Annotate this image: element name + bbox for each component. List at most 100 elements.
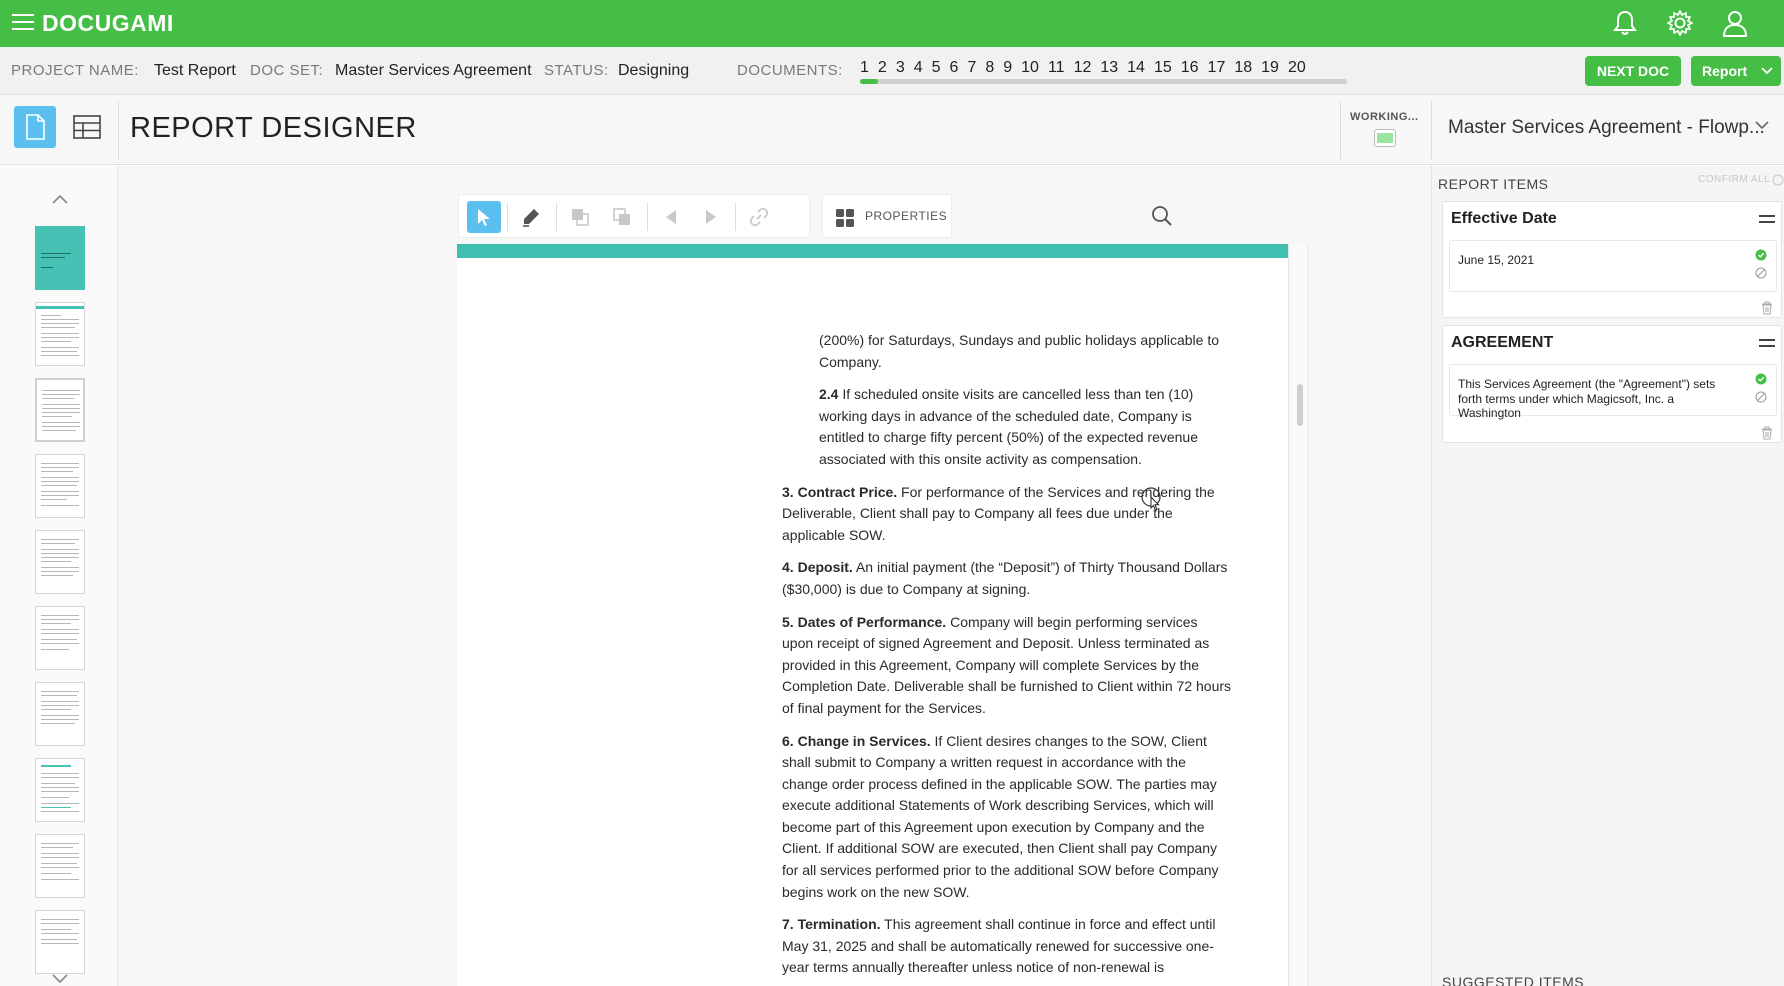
document-paragraph[interactable]: 3. Contract Price. For performance of th… (782, 482, 1232, 547)
page-thumbnail[interactable] (35, 454, 85, 518)
document-view-button[interactable] (14, 106, 56, 148)
page-thumbnail[interactable] (35, 302, 85, 366)
document-link[interactable]: 5 (932, 59, 941, 77)
next-button[interactable] (694, 201, 728, 233)
trash-icon[interactable] (1761, 426, 1773, 440)
divider (556, 203, 557, 231)
document-paragraph[interactable]: 7. Termination. This agreement shall con… (782, 914, 1232, 979)
document-link[interactable]: 9 (1003, 59, 1012, 77)
link-icon (749, 207, 769, 227)
table-icon (73, 115, 101, 139)
document-text[interactable]: (200%) for Saturdays, Sundays and public… (782, 330, 1232, 986)
scroll-down-chevron-icon[interactable] (50, 972, 70, 986)
reject-icon[interactable] (1755, 391, 1767, 403)
document-link[interactable]: 2 (878, 59, 887, 77)
select-tool-button[interactable] (467, 201, 501, 233)
reject-icon[interactable] (1755, 267, 1767, 279)
triangle-left-icon (666, 210, 676, 224)
grid-icon (836, 209, 854, 227)
page-thumbnail[interactable] (35, 530, 85, 594)
check-circle-icon (1772, 174, 1784, 186)
document-paragraph[interactable]: 4. Deposit. An initial payment (the “Dep… (782, 557, 1232, 600)
page-thumbnail-list (0, 166, 118, 986)
scroll-up-chevron-icon[interactable] (50, 192, 70, 206)
project-name-label: PROJECT NAME: (11, 62, 139, 79)
documents-label: DOCUMENTS: (737, 62, 843, 79)
report-item-card: AGREEMENT This Services Agreement (the "… (1442, 325, 1782, 443)
document-progress-track (860, 79, 1347, 84)
confirm-check-icon[interactable] (1755, 373, 1767, 385)
section-text: If scheduled onsite visits are cancelled… (819, 386, 1199, 467)
section-text: (200%) for Saturdays, Sundays and public… (819, 332, 1220, 370)
chevron-down-icon[interactable] (1755, 121, 1769, 130)
document-link[interactable]: 20 (1288, 59, 1306, 77)
cursor-arrow-icon (478, 209, 490, 226)
document-link[interactable]: 18 (1234, 59, 1252, 77)
document-paragraph[interactable]: (200%) for Saturdays, Sundays and public… (782, 330, 1232, 373)
page-thumbnail[interactable] (35, 834, 85, 898)
document-link[interactable]: 14 (1127, 59, 1145, 77)
document-link[interactable]: 17 (1208, 59, 1226, 77)
document-link[interactable]: 8 (985, 59, 994, 77)
divider (507, 203, 508, 231)
document-link[interactable]: 19 (1261, 59, 1279, 77)
gear-icon[interactable] (1664, 7, 1696, 39)
ungroup-tool-button[interactable] (605, 201, 639, 233)
report-button-label: Report (1702, 63, 1748, 79)
page-thumbnail[interactable] (35, 682, 85, 746)
document-link[interactable]: 16 (1181, 59, 1199, 77)
document-paragraph[interactable]: 2.4 If scheduled onsite visits are cance… (782, 384, 1232, 470)
report-item-card: Effective Date June 15, 2021 (1442, 201, 1782, 318)
scrollbar-thumb[interactable] (1297, 384, 1303, 426)
divider (1431, 101, 1432, 159)
report-dropdown-button[interactable]: Report (1691, 56, 1781, 86)
trash-icon[interactable] (1761, 301, 1773, 315)
chevron-down-icon (1761, 67, 1773, 75)
document-link[interactable]: 11 (1048, 59, 1065, 77)
document-scrollbar[interactable] (1290, 244, 1308, 986)
confirm-check-icon[interactable] (1755, 249, 1767, 261)
document-link[interactable]: 13 (1100, 59, 1118, 77)
document-icon (26, 114, 45, 140)
properties-button[interactable]: PROPERTIES (822, 194, 952, 238)
link-tool-button[interactable] (742, 201, 776, 233)
document-link-current[interactable]: 1 (860, 59, 869, 77)
page-thumbnail-selected[interactable] (35, 378, 85, 442)
divider (735, 203, 736, 231)
document-link[interactable]: 4 (914, 59, 923, 77)
document-selector[interactable]: Master Services Agreement - Flowp... (1448, 117, 1765, 139)
mouse-cursor-icon (1141, 487, 1161, 511)
report-item-value-box[interactable]: June 15, 2021 (1449, 240, 1777, 292)
report-item-value-box[interactable]: This Services Agreement (the "Agreement"… (1449, 364, 1777, 420)
app-brand: DOCUGAMI (42, 10, 174, 36)
divider (647, 203, 648, 231)
document-paragraph[interactable]: 5. Dates of Performance. Company will be… (782, 612, 1232, 720)
document-paragraph[interactable]: 6. Change in Services. If Client desires… (782, 731, 1232, 904)
document-link[interactable]: 10 (1021, 59, 1039, 77)
previous-button[interactable] (654, 201, 688, 233)
section-heading: Change in Services. (797, 732, 931, 749)
document-link[interactable]: 3 (896, 59, 905, 77)
drag-handle-icon[interactable] (1759, 339, 1775, 351)
document-link[interactable]: 15 (1154, 59, 1172, 77)
hamburger-menu-icon[interactable] (12, 14, 34, 32)
page-thumbnail[interactable] (35, 606, 85, 670)
drag-handle-icon[interactable] (1759, 215, 1775, 227)
table-view-button[interactable] (66, 106, 108, 148)
document-link[interactable]: 7 (967, 59, 976, 77)
page-thumbnail[interactable] (35, 226, 85, 290)
page-thumbnail[interactable] (35, 758, 85, 822)
next-doc-button[interactable]: NEXT DOC (1585, 56, 1681, 86)
document-link[interactable]: 12 (1074, 59, 1092, 77)
bell-icon[interactable] (1609, 7, 1641, 39)
section-number: 2.4 (819, 386, 839, 403)
group-tool-button[interactable] (563, 201, 597, 233)
document-link[interactable]: 6 (950, 59, 959, 77)
working-status-label: WORKING... (1350, 111, 1419, 123)
report-item-title: Effective Date (1451, 210, 1557, 227)
confirm-all-button[interactable]: CONFIRM ALL (1698, 174, 1784, 186)
highlight-tool-button[interactable] (514, 201, 548, 233)
page-thumbnail[interactable] (35, 910, 85, 974)
search-icon[interactable] (1150, 204, 1174, 228)
user-account-icon[interactable] (1719, 7, 1751, 39)
